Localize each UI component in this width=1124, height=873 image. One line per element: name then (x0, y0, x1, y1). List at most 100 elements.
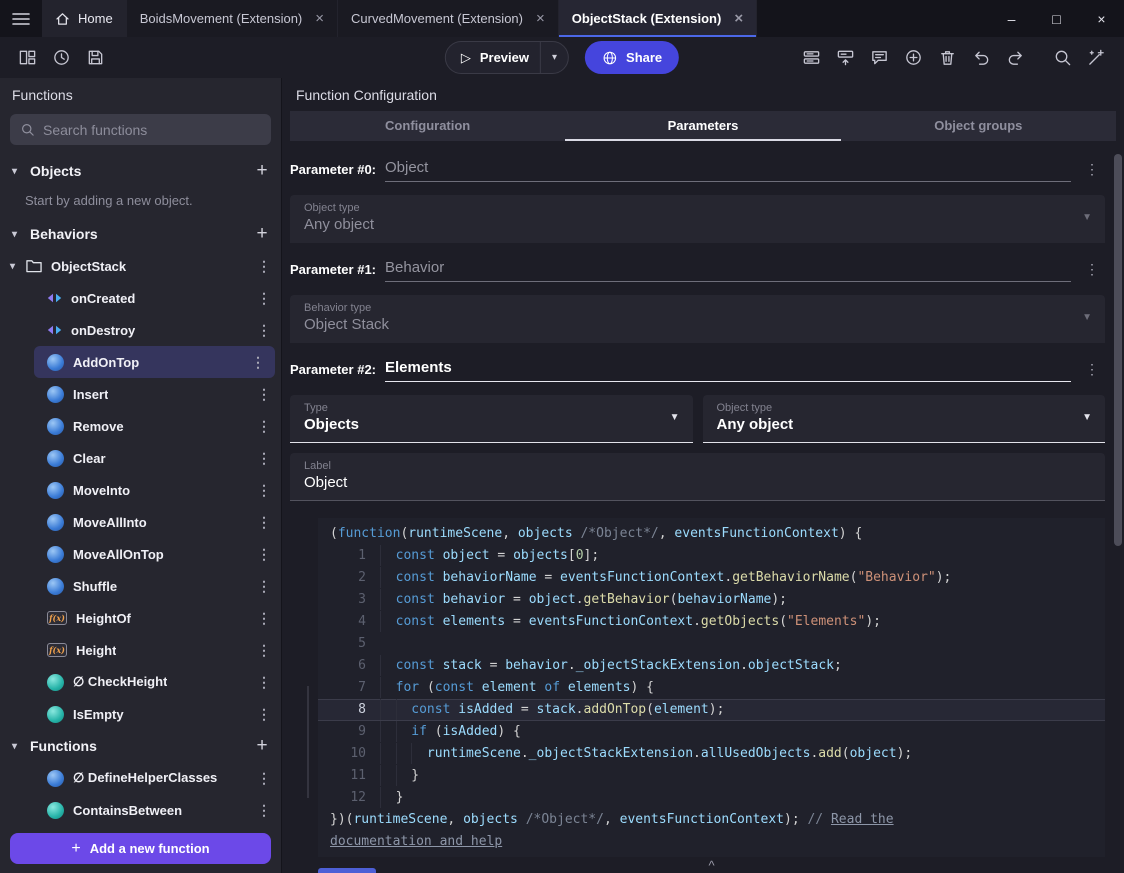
code-line-8[interactable]: 8 const isAdded = stack.addOnTop(element)… (318, 699, 1105, 721)
kebab-menu-icon[interactable]: ⋮ (1079, 261, 1105, 282)
kebab-menu-icon[interactable]: ⋮ (253, 258, 275, 275)
tab-parameters[interactable]: Parameters (565, 111, 841, 141)
section-objects[interactable]: ▾ Objects + (0, 155, 281, 187)
tree-item-checkheight[interactable]: ∅ CheckHeight ⋮ (0, 666, 281, 698)
tree-item-isempty[interactable]: IsEmpty ⋮ (0, 698, 281, 730)
dropdown-arrow-icon[interactable]: ▼ (670, 412, 680, 423)
kebab-menu-icon[interactable]: ⋮ (253, 290, 275, 307)
preview-button[interactable]: ▷ Preview ▾ (444, 41, 570, 74)
maximize-button[interactable]: □ (1034, 0, 1079, 37)
doc-link[interactable]: documentation and help (330, 834, 502, 849)
kebab-menu-icon[interactable]: ⋮ (253, 514, 275, 531)
kebab-menu-icon[interactable]: ⋮ (253, 450, 275, 467)
save-icon[interactable] (80, 42, 111, 73)
minimize-button[interactable]: – (989, 0, 1034, 37)
code-line-2[interactable]: 2 const behaviorName = eventsFunctionCont… (318, 567, 1105, 589)
scrollbar[interactable] (1114, 148, 1122, 871)
tree-item-objectstack[interactable]: ▾ ObjectStack ⋮ (0, 250, 281, 282)
tree-item-moveallontop[interactable]: MoveAllOnTop ⋮ (0, 538, 281, 570)
tree-item-shuffle[interactable]: Shuffle ⋮ (0, 570, 281, 602)
add-object-button[interactable]: + (249, 160, 275, 182)
tab-objectstack-extension[interactable]: ObjectStack (Extension) × (558, 0, 758, 37)
object-type-field[interactable]: Object type Any object ▼ (702, 395, 1105, 443)
tab-configuration[interactable]: Configuration (290, 111, 565, 141)
tree-item-ondestroy[interactable]: onDestroy ⋮ (0, 314, 281, 346)
tree-item-moveinto[interactable]: MoveInto ⋮ (0, 474, 281, 506)
search-input[interactable] (43, 121, 261, 138)
editor-layout-icon[interactable] (12, 42, 43, 73)
tree-item-insert[interactable]: Insert ⋮ (0, 378, 281, 410)
code-line-1[interactable]: 1 const object = objects[0]; (318, 545, 1105, 567)
code-line-11[interactable]: 11} (318, 765, 1105, 787)
kebab-menu-icon[interactable]: ⋮ (253, 674, 275, 691)
kebab-menu-icon[interactable]: ⋮ (253, 802, 275, 819)
tree-item-containsbetween[interactable]: ContainsBetween ⋮ (0, 794, 281, 826)
scrollbar-thumb[interactable] (1114, 154, 1122, 546)
kebab-menu-icon[interactable]: ⋮ (253, 322, 275, 339)
add-circle-icon[interactable] (898, 42, 929, 73)
kebab-menu-icon[interactable]: ⋮ (1079, 161, 1105, 182)
layers-icon[interactable] (796, 42, 827, 73)
kebab-menu-icon[interactable]: ⋮ (247, 354, 269, 371)
tab-object-groups[interactable]: Object groups (841, 111, 1116, 141)
code-line-12[interactable]: 12} (318, 787, 1105, 809)
kebab-menu-icon[interactable]: ⋮ (253, 418, 275, 435)
section-functions[interactable]: ▾ Functions + (0, 730, 281, 762)
close-icon[interactable]: × (734, 10, 743, 27)
close-icon[interactable]: × (536, 10, 545, 27)
close-button[interactable]: × (1079, 0, 1124, 37)
type-field[interactable]: Type Objects ▼ (290, 395, 693, 443)
tab-curvedmovement-extension[interactable]: CurvedMovement (Extension) × (338, 0, 559, 37)
tree-item-addontop[interactable]: AddOnTop ⋮ (34, 346, 275, 378)
code-line-5[interactable]: 5 (318, 633, 1105, 655)
tree-item-oncreated[interactable]: onCreated ⋮ (0, 282, 281, 314)
tree-item-height[interactable]: f(x) Height ⋮ (0, 634, 281, 666)
section-behaviors[interactable]: ▾ Behaviors + (0, 218, 281, 250)
kebab-menu-icon[interactable]: ⋮ (253, 386, 275, 403)
kebab-menu-icon[interactable]: ⋮ (253, 770, 275, 787)
kebab-menu-icon[interactable]: ⋮ (253, 610, 275, 627)
add-function-button[interactable]: + Add a new function (10, 833, 271, 864)
add-behavior-button[interactable]: + (249, 223, 275, 245)
code-line-4[interactable]: 4 const elements = eventsFunctionContext.… (318, 611, 1105, 633)
preview-options-button[interactable]: ▾ (541, 52, 568, 63)
kebab-menu-icon[interactable]: ⋮ (253, 642, 275, 659)
code-line-10[interactable]: 10 runtimeScene._objectStackExtension.all… (318, 743, 1105, 765)
collapse-editor-icon[interactable]: ^ (318, 859, 1105, 872)
kebab-menu-icon[interactable]: ⋮ (253, 546, 275, 563)
doc-link[interactable]: Read the (831, 812, 894, 827)
label-field[interactable]: Label Object (290, 453, 1105, 501)
share-button[interactable]: Share (585, 41, 680, 74)
add-free-function-button[interactable]: + (249, 735, 275, 757)
tree-item-heightof[interactable]: f(x) HeightOf ⋮ (0, 602, 281, 634)
tree-item-definehelperclasses[interactable]: ∅ DefineHelperClasses ⋮ (0, 762, 281, 794)
kebab-menu-icon[interactable]: ⋮ (1079, 361, 1105, 382)
menu-button[interactable] (0, 0, 42, 37)
undo-icon[interactable] (966, 42, 997, 73)
code-line-7[interactable]: 7 for (const element of elements) { (318, 677, 1105, 699)
magic-wand-icon[interactable] (1081, 42, 1112, 73)
history-icon[interactable] (46, 42, 77, 73)
code-editor[interactable]: (function(runtimeScene, objects /*Object… (307, 518, 1105, 857)
search-icon[interactable] (1047, 42, 1078, 73)
kebab-menu-icon[interactable]: ⋮ (253, 578, 275, 595)
dropdown-arrow-icon[interactable]: ▼ (1082, 412, 1092, 423)
clipped-button[interactable] (318, 868, 376, 873)
publish-icon[interactable] (830, 42, 861, 73)
code-line-9[interactable]: 9 if (isAdded) { (318, 721, 1105, 743)
close-icon[interactable]: × (315, 10, 324, 27)
feedback-icon[interactable] (864, 42, 895, 73)
trash-icon[interactable] (932, 42, 963, 73)
tab-home[interactable]: Home (42, 0, 127, 37)
kebab-menu-icon[interactable]: ⋮ (253, 706, 275, 723)
kebab-menu-icon[interactable]: ⋮ (253, 482, 275, 499)
code-line-3[interactable]: 3 const behavior = object.getBehavior(beh… (318, 589, 1105, 611)
redo-icon[interactable] (1000, 42, 1031, 73)
tree-item-clear[interactable]: Clear ⋮ (0, 442, 281, 474)
tree-item-moveallinto[interactable]: MoveAllInto ⋮ (0, 506, 281, 538)
search-box[interactable] (10, 114, 271, 145)
code-line-6[interactable]: 6 const stack = behavior._objectStackExte… (318, 655, 1105, 677)
tab-boidsmovement-extension[interactable]: BoidsMovement (Extension) × (126, 0, 339, 37)
tree-item-remove[interactable]: Remove ⋮ (0, 410, 281, 442)
parameter-name-field[interactable]: Elements (385, 359, 1071, 382)
